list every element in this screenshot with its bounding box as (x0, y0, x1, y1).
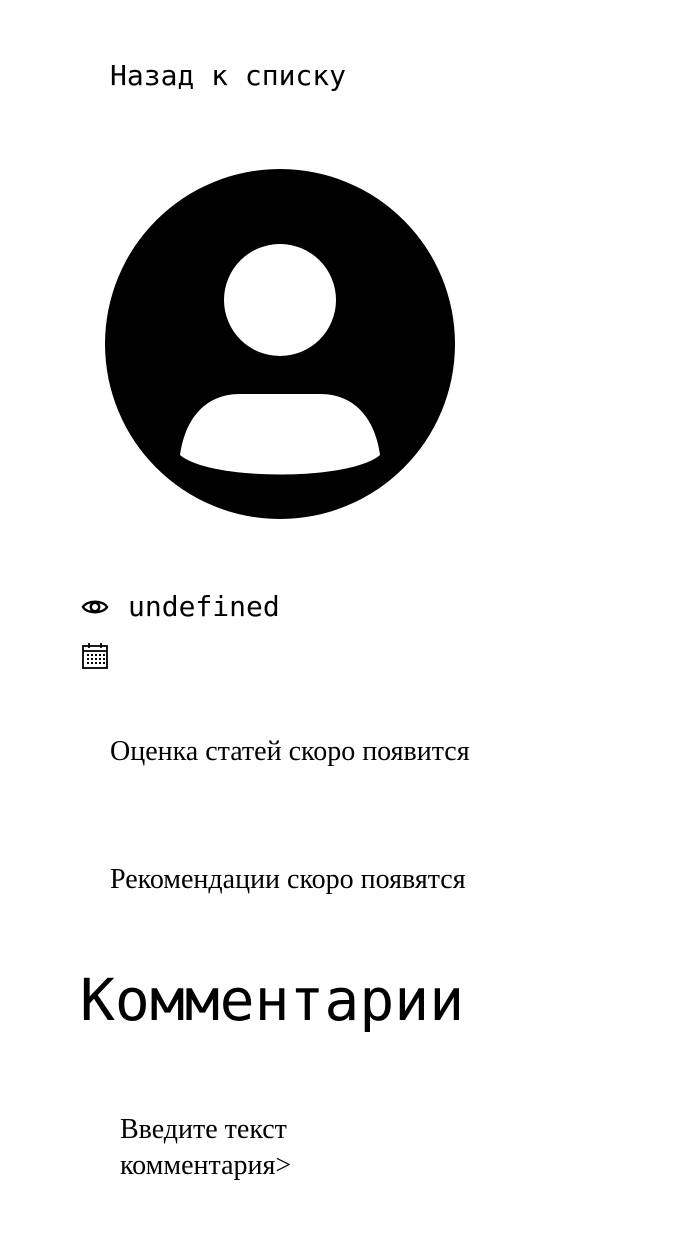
comment-form (120, 1112, 360, 1197)
views-row: undefined (80, 590, 280, 624)
user-avatar-icon (105, 169, 455, 519)
calendar-icon (80, 641, 110, 671)
views-count: undefined (128, 590, 280, 623)
back-to-list-link[interactable]: Назад к списку (110, 58, 346, 94)
date-row (80, 640, 128, 672)
comment-input[interactable] (120, 1112, 360, 1192)
rating-notice: Оценка статей скоро появится (110, 736, 470, 767)
eye-icon (80, 592, 110, 622)
comments-title: Комментарии (80, 966, 465, 1034)
recommendations-notice: Рекомендации скоро появятся (110, 864, 466, 895)
